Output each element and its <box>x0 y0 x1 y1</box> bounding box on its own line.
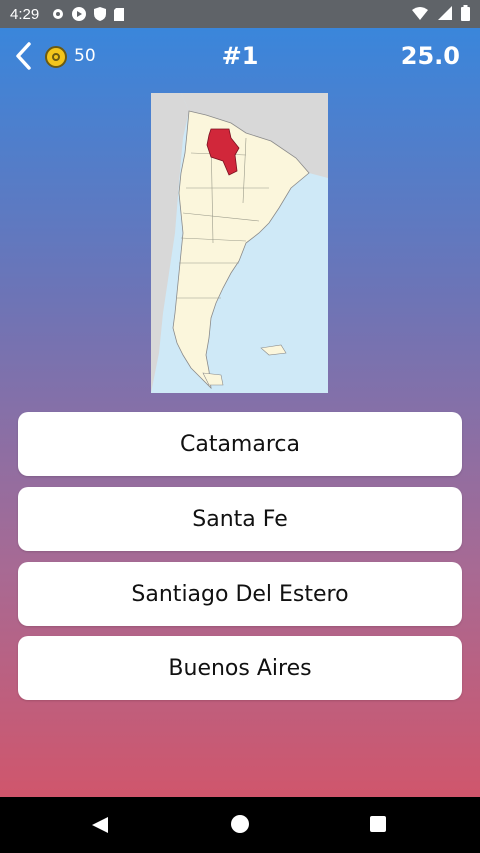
status-bar: 4:29 <box>0 0 480 28</box>
answer-option[interactable]: Buenos Aires <box>18 636 462 700</box>
quiz-screen: 50 #1 25.0 Catamarca Santa Fe Santiago D… <box>0 28 480 797</box>
argentina-map <box>151 93 328 393</box>
score: 25.0 <box>400 42 460 70</box>
nav-home-icon[interactable] <box>231 815 249 833</box>
wifi-icon <box>412 6 428 20</box>
gear-icon <box>53 9 64 19</box>
signal-icon <box>438 6 452 20</box>
system-nav-bar <box>0 797 480 853</box>
battery-icon <box>461 5 470 21</box>
sd-card-icon <box>114 7 125 21</box>
status-icons <box>51 6 125 22</box>
status-right-icons <box>411 5 470 21</box>
answer-option[interactable]: Santa Fe <box>18 487 462 551</box>
nav-back-icon[interactable] <box>90 815 110 835</box>
nav-recents-icon[interactable] <box>370 816 386 832</box>
answer-option[interactable]: Catamarca <box>18 412 462 476</box>
shield-icon <box>94 7 107 21</box>
status-time: 4:29 <box>10 5 40 23</box>
answer-option[interactable]: Santiago Del Estero <box>18 562 462 626</box>
play-protect-icon <box>72 7 87 21</box>
